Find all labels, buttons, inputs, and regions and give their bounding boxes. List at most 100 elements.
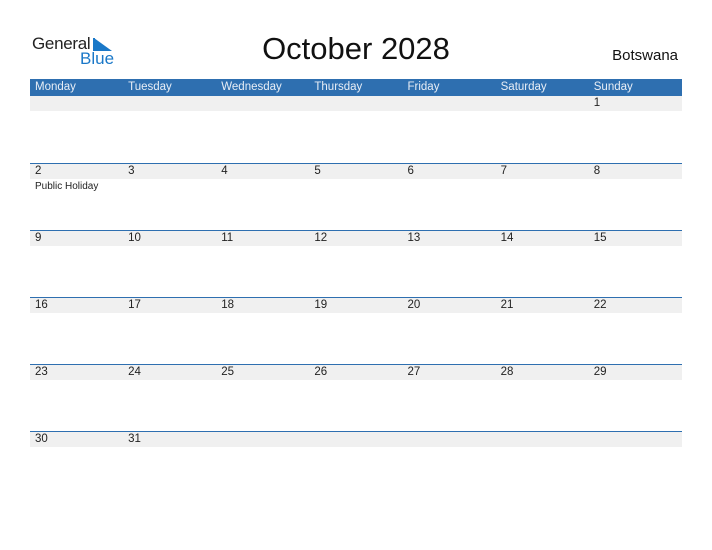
date-bar: 23 24 25 26 27 28 29 [30, 364, 682, 380]
date-bar: 16 17 18 19 20 21 22 [30, 297, 682, 313]
day-event [403, 246, 496, 248]
day-number: 24 [128, 366, 141, 378]
calendar-title: October 2028 [262, 31, 450, 66]
events-row [30, 447, 682, 449]
day-number [589, 432, 682, 447]
calendar-grid: Monday Tuesday Wednesday Thursday Friday… [30, 79, 682, 498]
day-event [216, 246, 309, 248]
weekday-wednesday: Wednesday [221, 81, 282, 93]
day-event [30, 313, 123, 315]
weekday-tuesday: Tuesday [128, 81, 172, 93]
events-row: Public Holiday [30, 179, 682, 192]
day-number: 23 [35, 366, 48, 378]
day-event: Public Holiday [35, 181, 99, 192]
country-label: Botswana [612, 47, 678, 64]
day-number: 13 [407, 232, 421, 244]
day-number: 7 [500, 165, 508, 177]
week-row: 1 [30, 96, 682, 163]
day-event [403, 380, 496, 382]
day-number [403, 432, 496, 447]
day-number: 2 [35, 165, 42, 177]
day-number: 28 [500, 366, 514, 378]
week-row: 9 10 11 12 13 14 15 [30, 230, 682, 297]
day-event [496, 179, 589, 192]
day-event [309, 111, 402, 113]
date-bar: 30 31 [30, 431, 682, 447]
day-number: 14 [500, 232, 514, 244]
day-number: 10 [128, 232, 141, 244]
day-number: 31 [128, 433, 141, 445]
weekday-thursday: Thursday [314, 81, 363, 93]
day-event [589, 313, 682, 315]
day-event [216, 380, 309, 382]
day-event [123, 111, 216, 113]
day-event [309, 447, 402, 449]
day-event [496, 380, 589, 382]
day-number: 16 [35, 299, 48, 311]
day-number: 25 [221, 366, 235, 378]
day-event [216, 313, 309, 315]
day-number [403, 96, 496, 111]
day-number: 4 [221, 165, 228, 177]
week-row: 23 24 25 26 27 28 29 [30, 364, 682, 431]
weekday-saturday: Saturday [500, 81, 547, 93]
events-row [30, 380, 682, 382]
day-number [496, 432, 589, 447]
day-event [123, 246, 216, 248]
day-event [216, 179, 309, 192]
day-number: 30 [35, 433, 48, 445]
week-row: 16 17 18 19 20 21 22 [30, 297, 682, 364]
week-row: 2 3 4 5 6 7 8 Public Holiday [30, 163, 682, 230]
day-event [309, 380, 402, 382]
day-number: 26 [314, 366, 328, 378]
day-event [496, 313, 589, 315]
day-number: 27 [407, 366, 421, 378]
day-event [589, 246, 682, 248]
day-event [403, 447, 496, 449]
day-number [309, 96, 402, 111]
day-event [496, 111, 589, 113]
day-number: 17 [128, 299, 141, 311]
day-number: 8 [593, 165, 601, 177]
day-number [216, 96, 309, 111]
day-event [30, 447, 123, 449]
day-event [403, 179, 496, 192]
weekday-header: Monday Tuesday Wednesday Thursday Friday… [30, 79, 682, 96]
events-row [30, 246, 682, 248]
day-event [589, 380, 682, 382]
day-number: 21 [500, 299, 514, 311]
weekday-friday: Friday [407, 81, 440, 93]
day-event [496, 447, 589, 449]
day-number [216, 432, 309, 447]
day-event [123, 179, 216, 192]
day-number: 5 [314, 165, 321, 177]
day-number: 9 [35, 232, 42, 244]
day-number: 29 [593, 366, 607, 378]
week-row: 30 31 [30, 431, 682, 498]
day-event [309, 246, 402, 248]
day-event [123, 380, 216, 382]
day-event [309, 313, 402, 315]
day-number [496, 96, 589, 111]
day-number: 1 [593, 97, 601, 109]
day-event [309, 179, 402, 192]
day-event [123, 313, 216, 315]
day-event [496, 246, 589, 248]
day-event [589, 111, 682, 113]
day-number: 12 [314, 232, 328, 244]
day-event [216, 447, 309, 449]
day-event [403, 111, 496, 113]
day-number: 15 [593, 232, 607, 244]
day-event [216, 111, 309, 113]
day-number: 18 [221, 299, 235, 311]
day-event [123, 447, 216, 449]
day-event [589, 447, 682, 449]
day-number: 6 [407, 165, 414, 177]
day-number: 22 [593, 299, 607, 311]
day-event [30, 111, 123, 113]
day-event [30, 380, 123, 382]
day-number: 11 [221, 232, 234, 244]
day-event [589, 179, 682, 192]
events-row [30, 111, 682, 113]
date-bar: 1 [30, 96, 682, 111]
